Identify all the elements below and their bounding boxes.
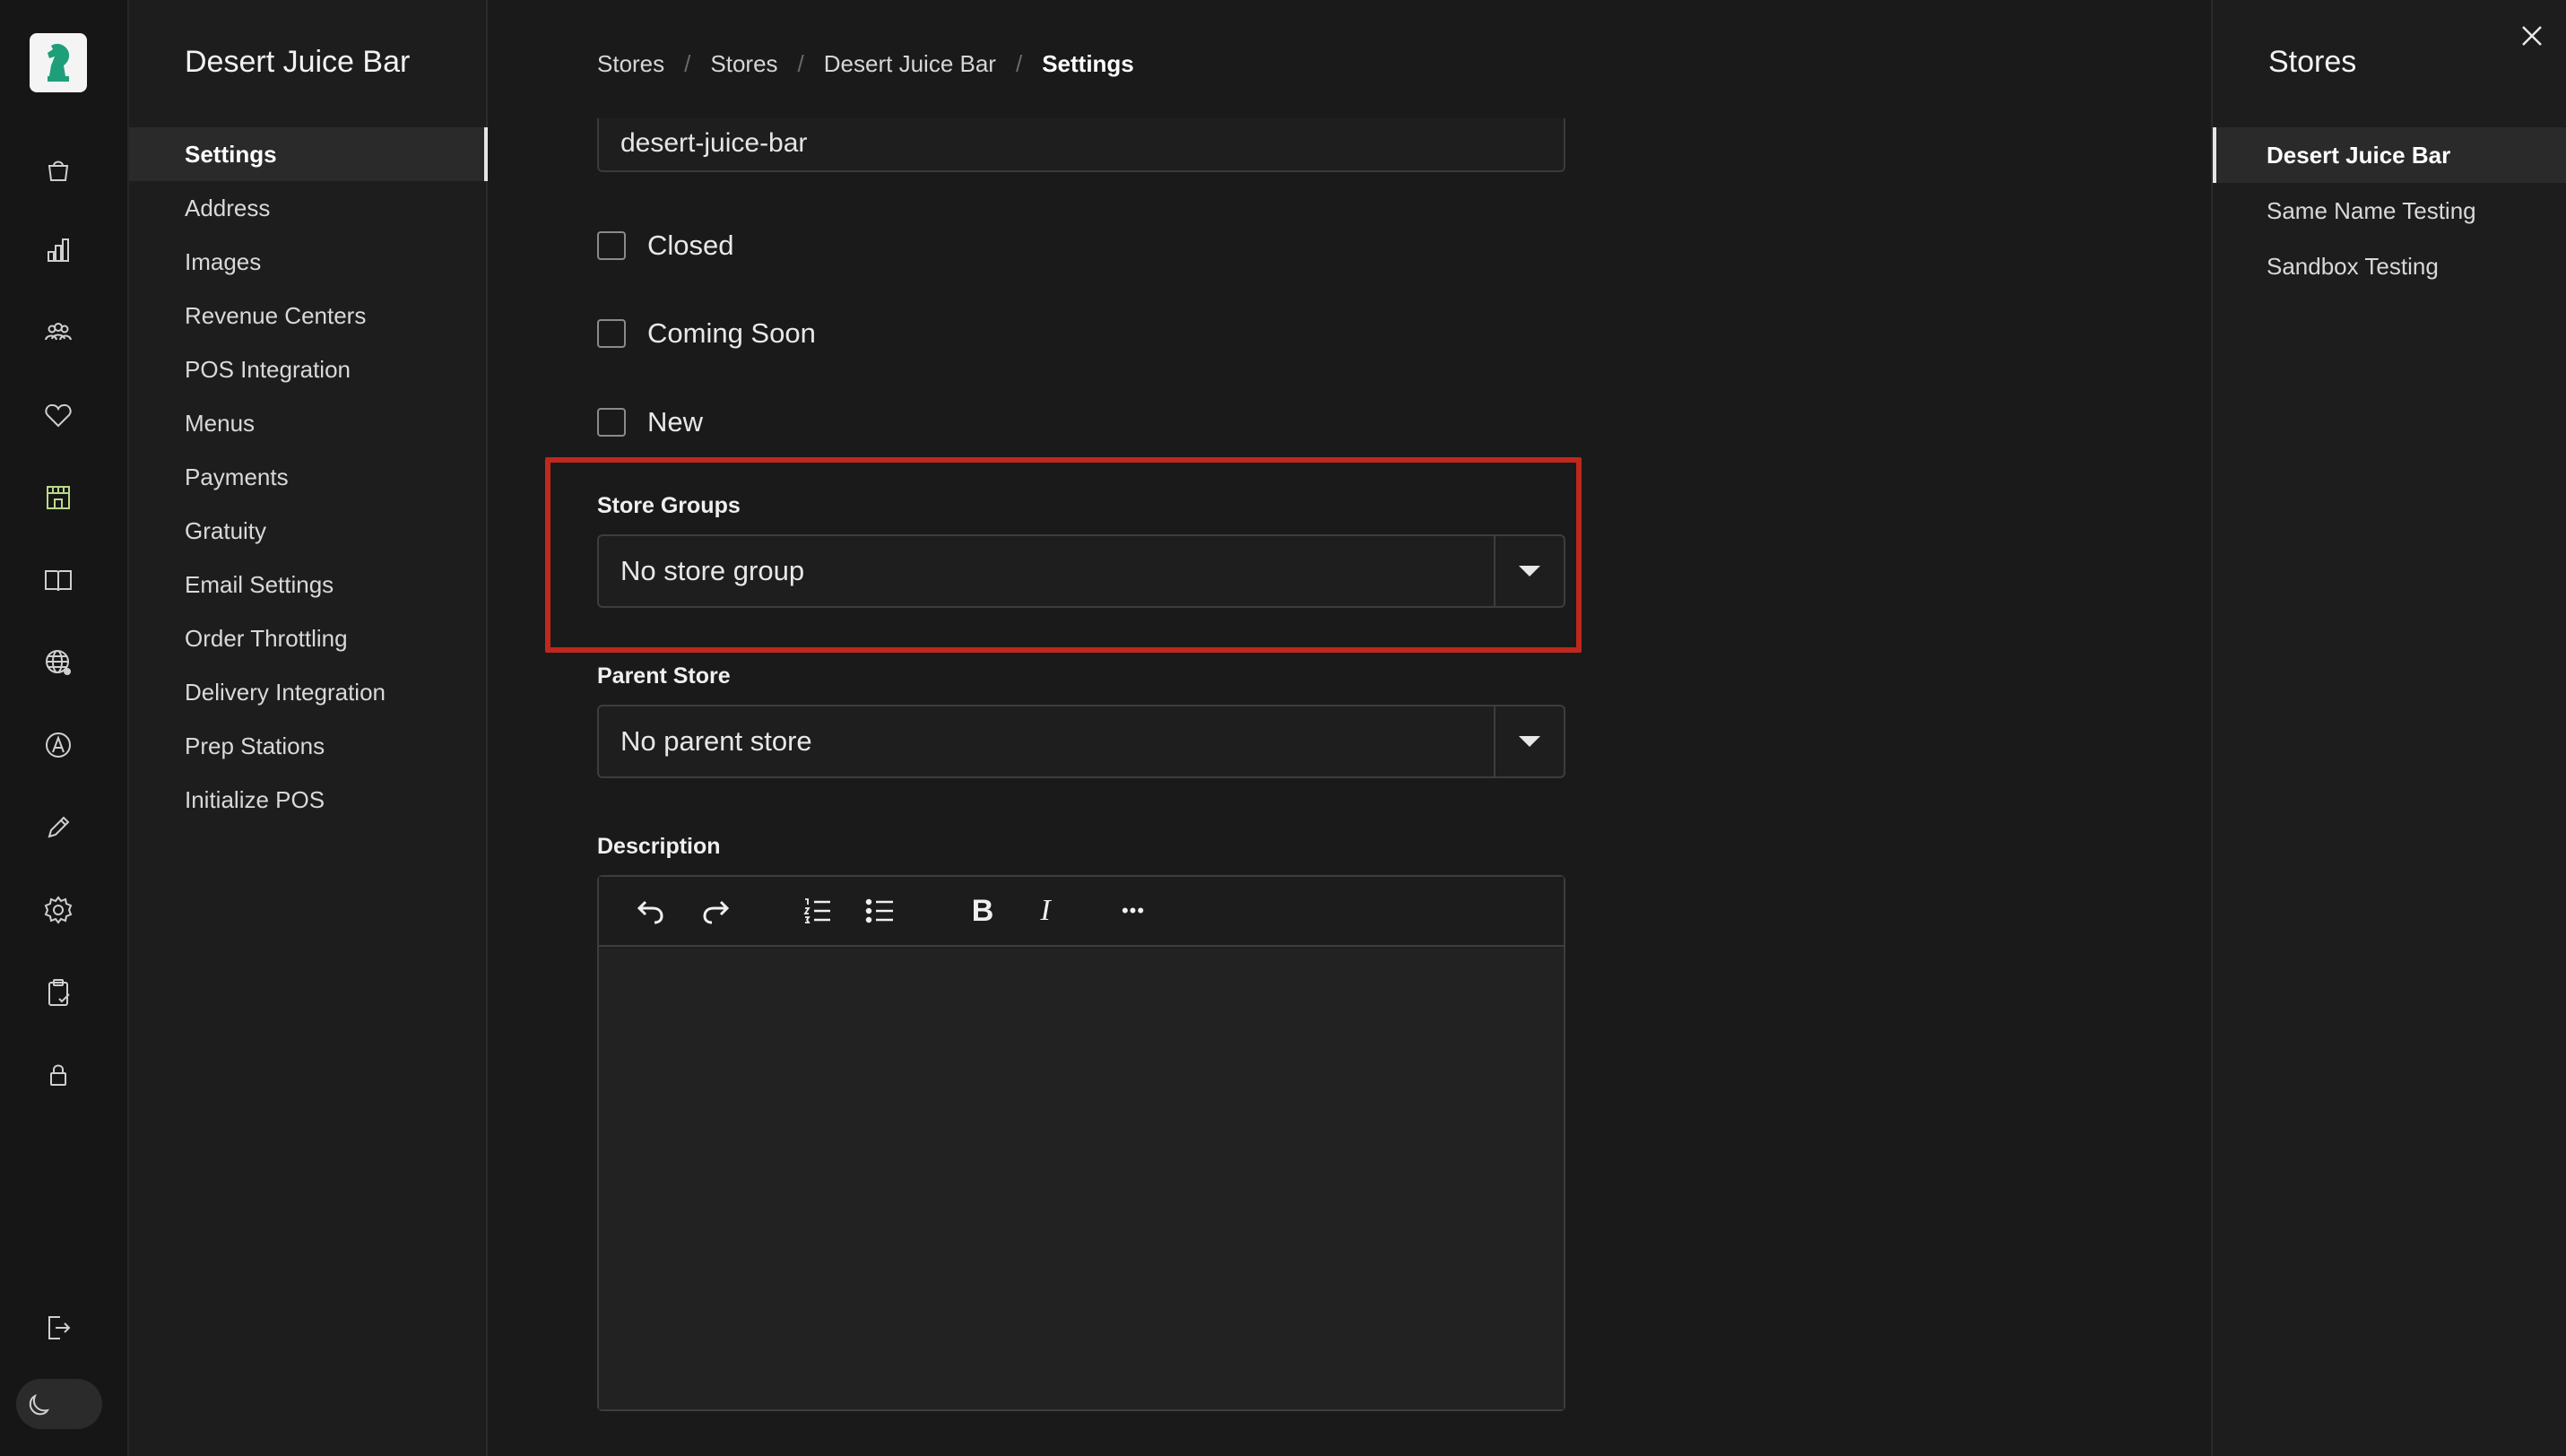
loyalty-heart-icon[interactable]	[36, 393, 81, 438]
settings-gear-icon[interactable]	[36, 888, 81, 932]
knight-logo-icon	[48, 43, 70, 82]
edit-pencil-icon[interactable]	[36, 805, 81, 850]
section-sidebar: Desert Juice Bar Settings Address Images…	[129, 0, 488, 1456]
reports-clipboard-icon[interactable]	[36, 970, 81, 1015]
store-item-sandbox-testing[interactable]: Sandbox Testing	[2213, 238, 2566, 294]
sidebar-item-payments[interactable]: Payments	[129, 450, 488, 504]
sidebar-item-email-settings[interactable]: Email Settings	[129, 558, 488, 611]
undo-button[interactable]	[631, 891, 671, 931]
caret-down-icon	[1519, 736, 1540, 747]
brand-logo-icon[interactable]	[36, 723, 81, 767]
store-groups-value: No store group	[620, 555, 805, 586]
sidebar-item-order-throttling[interactable]: Order Throttling	[129, 611, 488, 665]
breadcrumb-separator: /	[1015, 50, 1023, 77]
sidebar-item-initialize-pos[interactable]: Initialize POS	[129, 773, 488, 827]
stores-icon[interactable]	[36, 475, 81, 520]
customers-icon[interactable]	[36, 310, 81, 355]
store-item-desert-juice-bar[interactable]: Desert Juice Bar	[2213, 127, 2566, 183]
coming-soon-label: Coming Soon	[647, 317, 816, 349]
closed-checkbox-row[interactable]: Closed	[597, 230, 734, 262]
description-textarea[interactable]	[599, 949, 1564, 1409]
italic-button[interactable]: I	[1026, 891, 1065, 931]
new-checkbox-row[interactable]: New	[597, 406, 703, 438]
sidebar-item-gratuity[interactable]: Gratuity	[129, 504, 488, 558]
app-logo[interactable]	[30, 33, 87, 92]
icon-rail	[0, 0, 129, 1456]
italic-icon: I	[1040, 894, 1051, 927]
app-window: Desert Juice Bar Settings Address Images…	[0, 0, 2566, 1456]
parent-store-select[interactable]: No parent store	[597, 705, 1565, 778]
breadcrumb-separator: /	[797, 50, 804, 77]
breadcrumb-current: Settings	[1042, 50, 1134, 77]
ordered-list-icon	[803, 898, 830, 923]
web-globe-icon[interactable]	[36, 640, 81, 685]
bold-icon: B	[971, 893, 994, 928]
ordered-list-button[interactable]	[798, 891, 837, 931]
closed-checkbox[interactable]	[597, 231, 626, 260]
lock-icon[interactable]	[36, 1053, 81, 1097]
parent-store-label: Parent Store	[597, 663, 731, 689]
bullet-list-icon	[865, 898, 893, 923]
redo-icon	[703, 900, 730, 924]
bullet-list-button[interactable]	[861, 891, 900, 931]
sidebar-item-pos-integration[interactable]: POS Integration	[129, 342, 488, 396]
sidebar-item-revenue-centers[interactable]: Revenue Centers	[129, 289, 488, 342]
main-content: Stores / Stores / Desert Juice Bar / Set…	[488, 0, 2211, 1456]
new-checkbox[interactable]	[597, 408, 626, 437]
more-icon: •••	[1121, 899, 1146, 922]
moon-icon	[22, 1384, 61, 1424]
slug-input[interactable]: desert-juice-bar	[597, 118, 1565, 172]
parent-store-value: No parent store	[620, 725, 812, 757]
sidebar-item-delivery-integration[interactable]: Delivery Integration	[129, 665, 488, 719]
caret-down-icon	[1519, 566, 1540, 576]
logout-icon[interactable]	[36, 1305, 81, 1350]
more-options-button[interactable]: •••	[1106, 891, 1160, 931]
close-button[interactable]	[2514, 18, 2550, 54]
store-item-same-name-testing[interactable]: Same Name Testing	[2213, 183, 2566, 238]
sidebar-item-prep-stations[interactable]: Prep Stations	[129, 719, 488, 773]
description-label: Description	[597, 834, 721, 859]
store-list: Desert Juice Bar Same Name Testing Sandb…	[2213, 127, 2566, 294]
editor-toolbar: B I •••	[599, 877, 1564, 947]
breadcrumb-store[interactable]: Desert Juice Bar	[824, 50, 996, 78]
undo-icon	[637, 900, 663, 924]
description-editor: B I •••	[597, 875, 1565, 1411]
breadcrumb: Stores / Stores / Desert Juice Bar / Set…	[597, 50, 1134, 78]
parent-store-dropdown-button[interactable]	[1494, 706, 1564, 776]
menu-book-icon[interactable]	[36, 558, 81, 602]
sidebar-item-settings[interactable]: Settings	[129, 127, 488, 181]
theme-toggle[interactable]	[16, 1379, 102, 1429]
sidebar-item-address[interactable]: Address	[129, 181, 488, 235]
stores-panel-title: Stores	[2268, 45, 2357, 79]
new-label: New	[647, 406, 704, 438]
sidebar-item-menus[interactable]: Menus	[129, 396, 488, 450]
sidebar-item-images[interactable]: Images	[129, 235, 488, 289]
store-groups-dropdown-button[interactable]	[1494, 536, 1564, 606]
closed-label: Closed	[647, 230, 734, 261]
redo-button[interactable]	[696, 891, 735, 931]
store-groups-select[interactable]: No store group	[597, 534, 1565, 608]
store-title: Desert Juice Bar	[185, 45, 411, 79]
breadcrumb-separator: /	[684, 50, 691, 77]
stores-panel: Stores Desert Juice Bar Same Name Testin…	[2211, 0, 2566, 1456]
breadcrumb-stores-list[interactable]: Stores	[710, 50, 777, 78]
store-groups-label: Store Groups	[597, 493, 741, 518]
coming-soon-checkbox[interactable]	[597, 319, 626, 348]
bold-button[interactable]: B	[963, 891, 1002, 931]
reports-chart-icon[interactable]	[36, 228, 81, 273]
section-nav: Settings Address Images Revenue Centers …	[129, 127, 488, 827]
close-icon	[2522, 26, 2542, 46]
breadcrumb-stores[interactable]: Stores	[597, 50, 664, 78]
orders-bag-icon[interactable]	[36, 147, 81, 192]
coming-soon-checkbox-row[interactable]: Coming Soon	[597, 317, 816, 350]
